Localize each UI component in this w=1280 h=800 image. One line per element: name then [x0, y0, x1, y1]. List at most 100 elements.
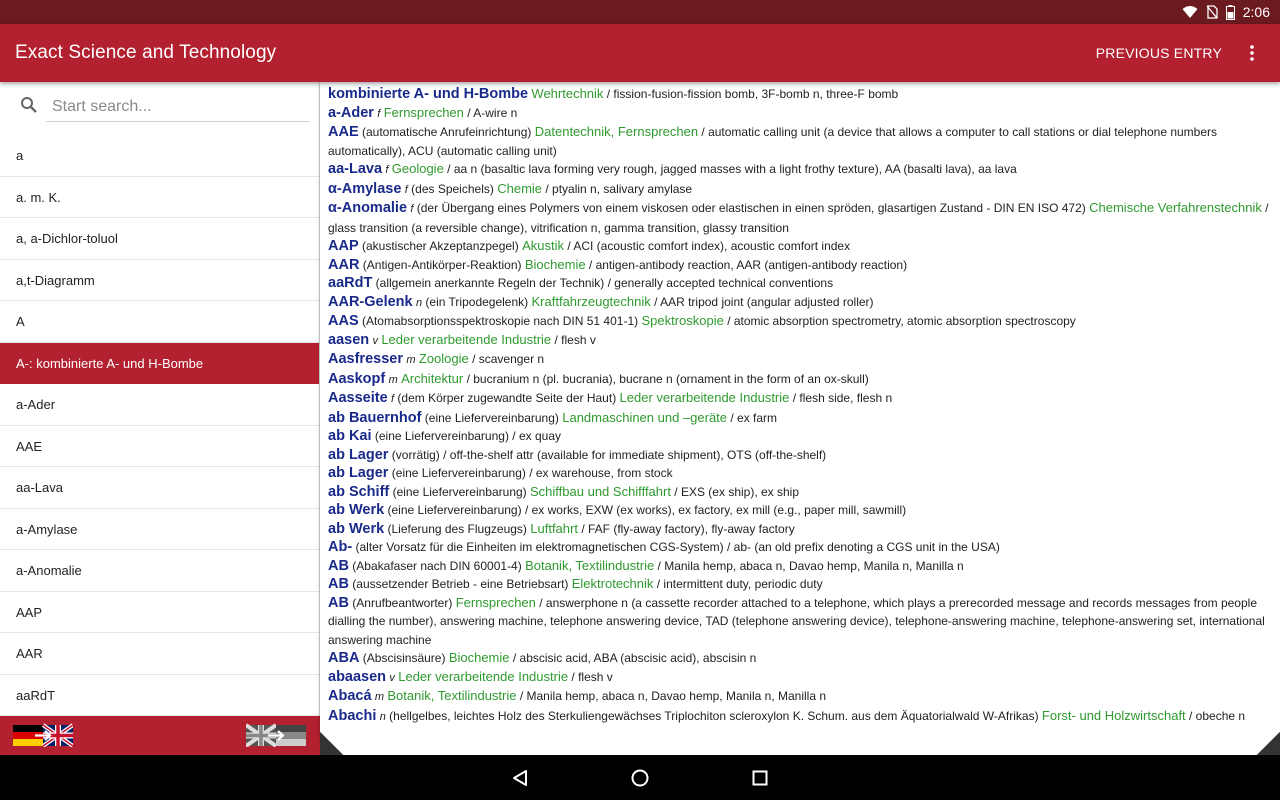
word-list-item[interactable]: AAE	[0, 426, 319, 467]
home-icon[interactable]	[580, 768, 700, 788]
entry-page[interactable]: kombinierte A- und H-Bombe Wehrtechnik /…	[320, 82, 1280, 755]
headword: ab Bauernhof	[328, 409, 422, 426]
dictionary-entry[interactable]: Abachi n (hellgelbes, leichtes Holz des …	[328, 707, 1272, 727]
dictionary-entry[interactable]: ab Kai (eine Liefervereinbarung) / ex qu…	[328, 427, 1272, 446]
dictionary-entry[interactable]: aa-Lava f Geologie / aa n (basaltic lava…	[328, 160, 1272, 180]
previous-entry-button[interactable]: PREVIOUS ENTRY	[1096, 45, 1222, 61]
subject-field[interactable]: Kraftfahrzeugtechnik	[532, 294, 651, 309]
dictionary-entry[interactable]: Ab- (alter Vorsatz für die Einheiten im …	[328, 538, 1272, 557]
dictionary-entry[interactable]: AB (Anrufbeantworter) Fernsprechen / ans…	[328, 594, 1272, 650]
dictionary-entry[interactable]: Abacá m Botanik, Textilindustrie / Manil…	[328, 687, 1272, 707]
dictionary-entry[interactable]: AAS (Atomabsorptionsspektroskopie nach D…	[328, 312, 1272, 331]
headword: Aasfresser	[328, 351, 403, 367]
dictionary-entry[interactable]: AAR-Gelenk n (ein Tripodegelenk) Kraftfa…	[328, 293, 1272, 313]
headword: aaRdT	[328, 275, 373, 291]
no-sim-icon	[1206, 5, 1218, 19]
subject-field[interactable]: Forst- und Holzwirtschaft	[1042, 708, 1186, 723]
subject-field[interactable]: Leder verarbeitende Industrie	[381, 332, 551, 347]
grammar-gender: f	[404, 183, 408, 196]
dictionary-entry[interactable]: ab Bauernhof (eine Liefervereinbarung) L…	[328, 409, 1272, 428]
dictionary-entry[interactable]: Aasfresser m Zoologie / scavenger n	[328, 350, 1272, 370]
subject-field[interactable]: Datentechnik, Fernsprechen	[535, 124, 698, 139]
dictionary-entry[interactable]: aaRdT (allgemein anerkannte Regeln der T…	[328, 274, 1272, 293]
page-curl-right-icon[interactable]	[1255, 730, 1280, 756]
dictionary-entry[interactable]: kombinierte A- und H-Bombe Wehrtechnik /…	[328, 85, 1272, 104]
word-list-item[interactable]: A-: kombinierte A- und H-Bombe	[0, 342, 319, 384]
subject-field[interactable]: Geologie	[392, 161, 444, 176]
subject-field[interactable]: Luftfahrt	[530, 521, 578, 536]
subject-field[interactable]: Fernsprechen	[456, 595, 536, 610]
dictionary-entry[interactable]: ab Werk (eine Liefervereinbarung) / ex w…	[328, 501, 1272, 520]
subject-field[interactable]: Biochemie	[525, 257, 586, 272]
subject-field[interactable]: Leder verarbeitende Industrie	[620, 390, 790, 405]
entry-content-area: kombinierte A- und H-Bombe Wehrtechnik /…	[320, 82, 1280, 755]
subject-field[interactable]: Akustik	[522, 238, 564, 253]
translation: / antigen-antibody reaction, AAR (antige…	[588, 257, 908, 272]
entry-explanation: (vorrätig)	[391, 447, 440, 462]
dictionary-entry[interactable]: AB (aussetzender Betrieb - eine Betriebs…	[328, 575, 1272, 594]
dictionary-entry[interactable]: ab Werk (Lieferung des Flugzeugs) Luftfa…	[328, 520, 1272, 539]
translation: / flesh v	[554, 332, 596, 347]
word-list-item[interactable]: a,t-Diagramm	[0, 260, 319, 301]
dictionary-entry[interactable]: ab Lager (vorrätig) / off-the-shelf attr…	[328, 446, 1272, 465]
de-to-en-flag-icon[interactable]	[13, 723, 75, 752]
translation: / FAF (fly-away factory), fly-away facto…	[581, 521, 795, 536]
entry-explanation: (aussetzender Betrieb - eine Betriebsart…	[352, 577, 569, 591]
headword: AAR	[328, 256, 360, 273]
dictionary-entry[interactable]: abaasen v Leder verarbeitende Industrie …	[328, 668, 1272, 688]
headword: abaasen	[328, 668, 387, 685]
dictionary-entry[interactable]: ab Lager (eine Liefervereinbarung) / ex …	[328, 464, 1272, 483]
word-list-item[interactable]: aaRdT	[0, 675, 319, 716]
headword: AB	[328, 557, 349, 574]
subject-field[interactable]: Schiffbau und Schifffahrt	[530, 484, 671, 499]
dictionary-entry[interactable]: AAR (Antigen-Antikörper-Reaktion) Bioche…	[328, 256, 1272, 275]
word-list-item[interactable]: a-Amylase	[0, 509, 319, 550]
subject-field[interactable]: Elektrotechnik	[572, 576, 654, 591]
grammar-gender: n	[415, 296, 423, 309]
grammar-gender: f	[391, 393, 395, 405]
dictionary-entry[interactable]: AAP (akustischer Akzeptanzpegel) Akustik…	[328, 237, 1272, 256]
word-list-item[interactable]: a-Anomalie	[0, 550, 319, 592]
en-to-de-flag-icon[interactable]	[244, 723, 306, 752]
dictionary-entry[interactable]: aasen v Leder verarbeitende Industrie / …	[328, 331, 1272, 351]
dictionary-entry[interactable]: α-Anomalie f (der Übergang eines Polymer…	[328, 199, 1272, 237]
language-toggle-bar	[0, 716, 320, 755]
word-list-item[interactable]: a, a-Dichlor-toluol	[0, 218, 319, 260]
word-list-item[interactable]: a. m. K.	[0, 177, 319, 218]
word-list-item[interactable]: aa-Lava	[0, 467, 319, 509]
page-curl-left-icon[interactable]	[319, 730, 345, 756]
word-list-item[interactable]: AAR	[0, 633, 319, 675]
subject-field[interactable]: Wehrtechnik	[531, 86, 603, 101]
word-list-item[interactable]: a	[0, 135, 319, 177]
subject-field[interactable]: Botanik, Textilindustrie	[387, 688, 516, 703]
subject-field[interactable]: Spektroskopie	[641, 313, 723, 328]
dictionary-entry[interactable]: Aaskopf m Architektur / bucranium n (pl.…	[328, 370, 1272, 390]
subject-field[interactable]: Biochemie	[449, 650, 510, 665]
dictionary-entry[interactable]: Aasseite f (dem Körper zugewandte Seite …	[328, 389, 1272, 409]
dictionary-entry[interactable]: a-Ader f Fernsprechen / A-wire n	[328, 104, 1272, 124]
overflow-menu-icon[interactable]	[1240, 41, 1264, 65]
dictionary-entry[interactable]: AAE (automatische Anrufeinrichtung) Date…	[328, 123, 1272, 160]
headword: α-Anomalie	[328, 200, 408, 216]
subject-field[interactable]: Zoologie	[419, 351, 469, 366]
back-icon[interactable]	[460, 769, 580, 787]
subject-field[interactable]: Leder verarbeitende Industrie	[398, 669, 568, 684]
dictionary-entry[interactable]: α-Amylase f (des Speichels) Chemie / pty…	[328, 180, 1272, 200]
subject-field[interactable]: Chemie	[497, 181, 542, 196]
word-list-item[interactable]: A	[0, 301, 319, 343]
search-icon[interactable]	[20, 96, 38, 119]
subject-field[interactable]: Botanik, Textilindustrie	[525, 558, 654, 573]
dictionary-entry[interactable]: AB (Abakafaser nach DIN 60001-4) Botanik…	[328, 557, 1272, 576]
grammar-gender: m	[374, 691, 385, 703]
recents-icon[interactable]	[700, 770, 820, 786]
subject-field[interactable]: Landmaschinen und –geräte	[562, 410, 727, 425]
word-list-item[interactable]: AAP	[0, 592, 319, 633]
subject-field[interactable]: Architektur	[401, 371, 463, 386]
headword: ab Lager	[328, 446, 389, 463]
dictionary-entry[interactable]: ab Schiff (eine Liefervereinbarung) Schi…	[328, 483, 1272, 502]
subject-field[interactable]: Fernsprechen	[384, 105, 464, 120]
subject-field[interactable]: Chemische Verfahrenstechnik	[1089, 200, 1262, 215]
dictionary-entry[interactable]: ABA (Abscisinsäure) Biochemie / abscisic…	[328, 649, 1272, 668]
word-list-item[interactable]: a-Ader	[0, 384, 319, 426]
search-input[interactable]	[46, 92, 310, 122]
